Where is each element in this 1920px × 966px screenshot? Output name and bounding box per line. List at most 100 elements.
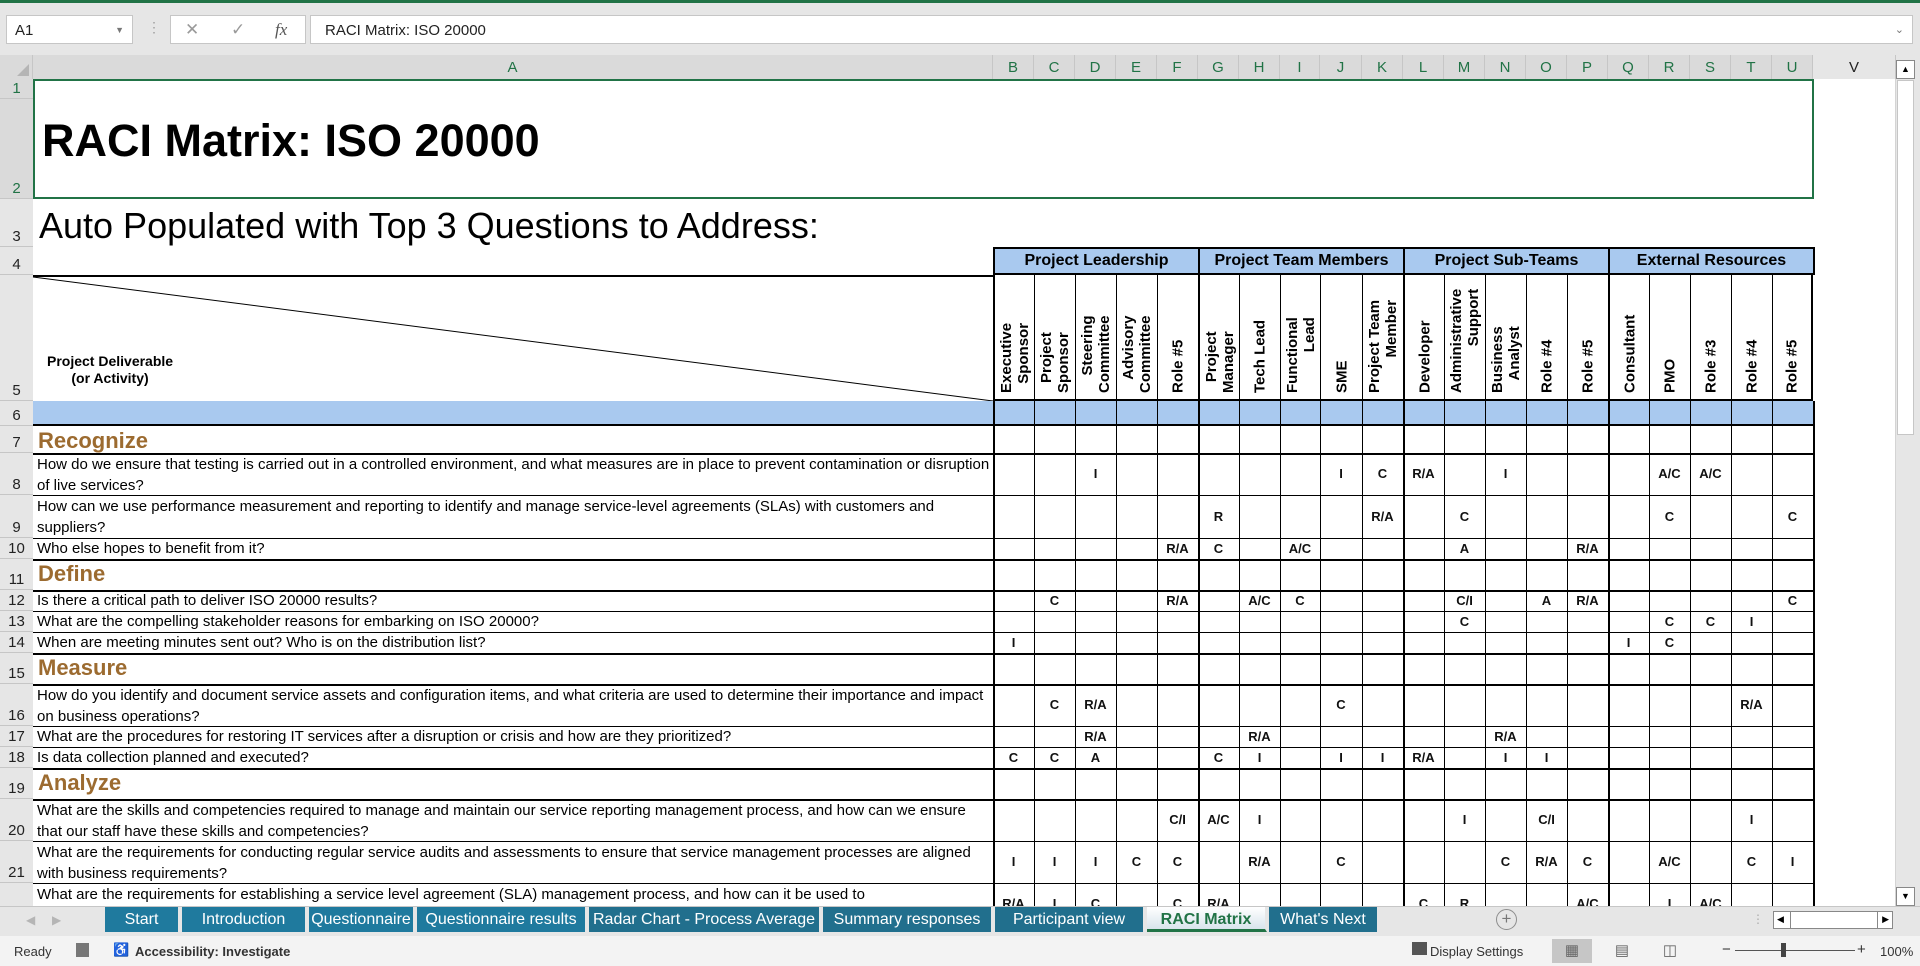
raci-cell[interactable]: C xyxy=(1157,896,1198,906)
zoom-slider-thumb[interactable] xyxy=(1781,943,1786,957)
raci-cell[interactable]: C xyxy=(1567,854,1608,869)
deliverable-header-cell[interactable]: Project Deliverable (or Activity) xyxy=(33,275,993,402)
raci-cell[interactable]: A xyxy=(1444,541,1485,556)
scroll-up-arrow-icon[interactable]: ▲ xyxy=(1896,60,1915,79)
sheet-tab[interactable]: Introduction xyxy=(182,907,307,932)
raci-cell[interactable]: I xyxy=(1485,750,1526,765)
sheet-tab[interactable]: Participant view xyxy=(995,907,1145,932)
raci-cell[interactable]: R/A xyxy=(1403,750,1444,765)
cancel-x-icon[interactable]: ✕ xyxy=(185,20,199,40)
raci-cell[interactable]: R/A xyxy=(1075,729,1116,744)
column-header-a[interactable]: A xyxy=(33,55,993,79)
row-header-5[interactable]: 5 xyxy=(0,275,33,401)
raci-cell[interactable]: C xyxy=(993,750,1034,765)
row-header-6[interactable]: 6 xyxy=(0,401,33,426)
raci-cell[interactable]: I xyxy=(1731,614,1772,629)
raci-cell[interactable]: C xyxy=(1731,854,1772,869)
tab-split-handle-icon[interactable]: ⋮ xyxy=(1752,912,1764,926)
display-settings-icon[interactable] xyxy=(1412,942,1427,955)
raci-cell[interactable]: C xyxy=(1362,466,1403,481)
select-all-button[interactable] xyxy=(0,55,33,79)
column-header-g[interactable]: G xyxy=(1198,55,1239,79)
raci-cell[interactable]: R/A xyxy=(1157,593,1198,608)
page-break-preview-icon[interactable]: ◫ xyxy=(1650,939,1690,963)
raci-cell[interactable]: C xyxy=(1649,635,1690,650)
question-cell[interactable]: Who else hopes to benefit from it? xyxy=(37,538,992,559)
question-cell[interactable]: What are the requirements for conducting… xyxy=(37,842,992,884)
raci-cell[interactable]: C xyxy=(1320,854,1362,869)
row-header-14[interactable]: 14 xyxy=(0,632,33,653)
raci-cell[interactable]: I xyxy=(1362,750,1403,765)
raci-cell[interactable]: C xyxy=(1034,697,1075,712)
raci-cell[interactable]: I xyxy=(1239,812,1280,827)
column-header-o[interactable]: O xyxy=(1526,55,1567,79)
row-header-4[interactable]: 4 xyxy=(0,247,33,275)
horizontal-scrollbar[interactable]: ◀ ▶ xyxy=(1773,911,1893,929)
column-header-e[interactable]: E xyxy=(1116,55,1157,79)
chevron-down-icon[interactable]: ▼ xyxy=(115,25,124,35)
formula-input[interactable]: RACI Matrix: ISO 20000 ⌄ xyxy=(310,15,1913,44)
question-cell[interactable]: What are the requirements for establishi… xyxy=(37,884,992,905)
raci-cell[interactable]: C/I xyxy=(1444,593,1485,608)
raci-cell[interactable]: R/A xyxy=(1075,697,1116,712)
sheet-tab[interactable]: Questionnaire results xyxy=(417,907,587,932)
column-header-k[interactable]: K xyxy=(1362,55,1403,79)
raci-cell[interactable]: I xyxy=(993,635,1034,650)
column-header-d[interactable]: D xyxy=(1075,55,1116,79)
macro-recording-icon[interactable] xyxy=(76,943,89,957)
vertical-scrollbar[interactable]: ▲ ▼ xyxy=(1896,55,1915,906)
raci-cell[interactable]: A xyxy=(1526,593,1567,608)
zoom-in-button[interactable]: + xyxy=(1857,941,1866,958)
tab-next-arrow-icon[interactable]: ▶ xyxy=(52,913,61,927)
add-sheet-plus-icon[interactable]: + xyxy=(1496,909,1517,930)
raci-cell[interactable]: R/A xyxy=(1526,854,1567,869)
raci-cell[interactable]: I xyxy=(1034,896,1075,906)
sheet-tab[interactable]: Summary responses xyxy=(823,907,993,932)
raci-cell[interactable]: A/C xyxy=(1690,896,1731,906)
raci-cell[interactable]: I xyxy=(1034,854,1075,869)
raci-cell[interactable]: C xyxy=(1649,614,1690,629)
raci-cell[interactable]: R/A xyxy=(1731,697,1772,712)
sheet-tab[interactable]: Start xyxy=(105,907,180,932)
column-header-v[interactable]: V xyxy=(1813,55,1896,79)
scroll-right-arrow-icon[interactable]: ▶ xyxy=(1882,914,1889,925)
row-header-1[interactable]: 1 xyxy=(0,79,33,99)
raci-cell[interactable]: I xyxy=(993,854,1034,869)
row-header-17[interactable]: 17 xyxy=(0,726,33,747)
raci-cell[interactable]: I xyxy=(1526,750,1567,765)
raci-cell[interactable]: I xyxy=(1485,466,1526,481)
question-cell[interactable]: Is there a critical path to deliver ISO … xyxy=(37,590,992,611)
column-header-j[interactable]: J xyxy=(1320,55,1362,79)
row-header-12[interactable]: 12 xyxy=(0,590,33,611)
question-cell[interactable]: How can we use performance measurement a… xyxy=(37,496,992,538)
scroll-left-arrow-icon[interactable]: ◀ xyxy=(1777,914,1784,925)
column-header-n[interactable]: N xyxy=(1485,55,1526,79)
raci-cell[interactable]: I xyxy=(1075,854,1116,869)
normal-view-grid-icon[interactable]: ▦ xyxy=(1552,939,1592,963)
column-header-q[interactable]: Q xyxy=(1608,55,1649,79)
enter-check-icon[interactable]: ✓ xyxy=(231,20,245,40)
question-cell[interactable]: How do we ensure that testing is carried… xyxy=(37,454,992,496)
raci-cell[interactable]: C xyxy=(1034,593,1075,608)
raci-cell[interactable]: A/C xyxy=(1690,466,1731,481)
question-cell[interactable]: When are meeting minutes sent out? Who i… xyxy=(37,632,992,653)
raci-cell[interactable]: A/C xyxy=(1198,812,1239,827)
raci-cell[interactable]: R xyxy=(1444,896,1485,906)
scroll-down-arrow-icon[interactable]: ▼ xyxy=(1896,887,1915,906)
raci-cell[interactable]: C xyxy=(1116,854,1157,869)
display-settings-button[interactable]: Display Settings xyxy=(1430,944,1523,959)
raci-cell[interactable]: I xyxy=(1239,750,1280,765)
raci-cell[interactable]: R/A xyxy=(1362,509,1403,524)
raci-cell[interactable]: A/C xyxy=(1649,854,1690,869)
raci-cell[interactable]: R/A xyxy=(1239,729,1280,744)
raci-cell[interactable]: C xyxy=(1075,896,1116,906)
row-header-16[interactable]: 16 xyxy=(0,684,33,726)
raci-cell[interactable]: I xyxy=(1649,896,1690,906)
page-layout-view-icon[interactable]: ▤ xyxy=(1602,939,1642,963)
raci-cell[interactable]: C xyxy=(1280,593,1320,608)
row-header-13[interactable]: 13 xyxy=(0,611,33,632)
raci-cell[interactable]: I xyxy=(1320,466,1362,481)
column-header-p[interactable]: P xyxy=(1567,55,1608,79)
insert-function-icon[interactable]: fx xyxy=(275,20,287,40)
spreadsheet-grid[interactable]: RACI Matrix: ISO 20000 Auto Populated wi… xyxy=(0,79,1900,906)
